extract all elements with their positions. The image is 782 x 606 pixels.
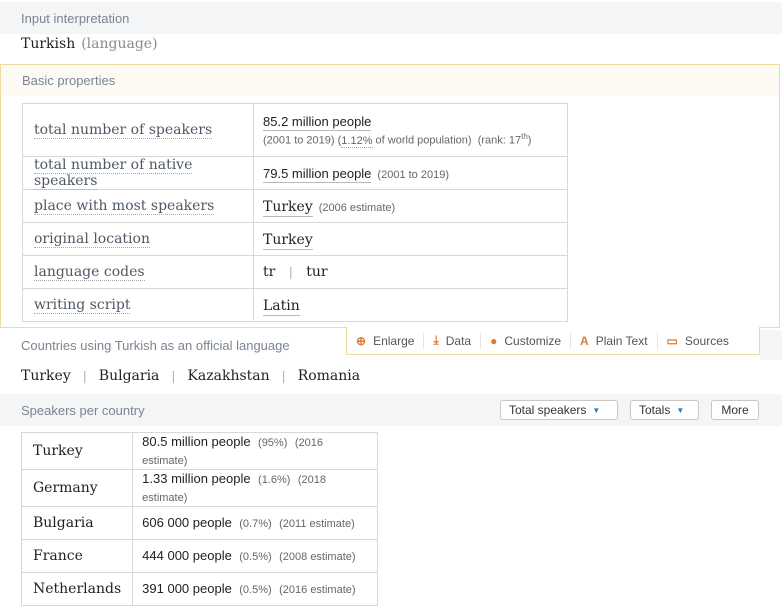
property-key[interactable]: language codes bbox=[22, 255, 254, 289]
speaker-count: 444 000 people (0.5%) (2008 estimate) bbox=[132, 539, 378, 573]
property-key[interactable]: place with most speakers bbox=[22, 189, 254, 223]
list-item[interactable]: Turkey bbox=[21, 368, 71, 384]
list-item[interactable]: Romania bbox=[298, 368, 360, 384]
country-name[interactable]: France bbox=[20, 539, 134, 573]
speaker-count: 80.5 million people (95%) (2016 estimate… bbox=[132, 432, 378, 470]
list-item[interactable]: Kazakhstan bbox=[187, 368, 269, 384]
data-button[interactable]: ⤓ Data bbox=[424, 332, 482, 349]
table-row: language codes tr | tur bbox=[22, 255, 568, 289]
pod-title: Input interpretation bbox=[21, 10, 130, 26]
table-row: total number of speakers 85.2 million pe… bbox=[22, 103, 568, 157]
pod-toolbar: ⊕ Enlarge ⤓ Data ● Customize A Plain Tex… bbox=[346, 327, 760, 355]
table-row: place with most speakers Turkey (2006 est… bbox=[22, 189, 568, 223]
book-icon: ▭ bbox=[666, 333, 678, 348]
country-name[interactable]: Germany bbox=[20, 469, 134, 507]
list-item[interactable]: Bulgaria bbox=[99, 368, 160, 384]
world-population-pct[interactable]: 1.12% bbox=[341, 134, 373, 148]
chevron-down-icon: ▼ bbox=[676, 405, 685, 415]
country-name[interactable]: Turkey bbox=[20, 432, 134, 470]
table-row: Netherlands 391 000 people (0.5%) (2016 … bbox=[20, 572, 378, 606]
country-name[interactable]: Bulgaria bbox=[20, 506, 134, 540]
table-row: Turkey 80.5 million people (95%) (2016 e… bbox=[20, 432, 378, 470]
table-row: total number of native speakers 79.5 mil… bbox=[22, 156, 568, 190]
metric-dropdown[interactable]: Total speakers ▼ bbox=[500, 400, 618, 420]
country-name[interactable]: Netherlands bbox=[20, 572, 134, 606]
totals-dropdown[interactable]: Totals ▼ bbox=[630, 400, 699, 420]
customize-button[interactable]: ● Customize bbox=[481, 332, 572, 349]
property-key[interactable]: original location bbox=[22, 222, 254, 256]
official-countries-header: Countries using Turkish as an official l… bbox=[0, 330, 346, 360]
property-key[interactable]: writing script bbox=[22, 288, 254, 322]
property-key[interactable]: total number of native speakers bbox=[22, 156, 254, 190]
pod-title: Basic properties bbox=[22, 73, 116, 88]
enlarge-icon: ⊕ bbox=[356, 333, 367, 348]
plain-text-button[interactable]: A Plain Text bbox=[571, 332, 658, 349]
header-fill bbox=[760, 330, 782, 360]
pod-title: Speakers per country bbox=[21, 402, 145, 418]
speakers-value[interactable]: 85.2 million people bbox=[263, 113, 372, 132]
plain-text-icon: A bbox=[580, 333, 589, 348]
property-value: Latin bbox=[253, 288, 568, 322]
input-interpretation-value: Turkish (language) bbox=[21, 36, 158, 52]
pod-title: Countries using Turkish as an official l… bbox=[21, 337, 290, 353]
property-value: 79.5 million people (2001 to 2019) bbox=[253, 156, 568, 190]
basic-properties-table: total number of speakers 85.2 million pe… bbox=[22, 103, 568, 322]
basic-properties-pod: Basic properties total number of speaker… bbox=[0, 64, 780, 328]
property-value: Turkey bbox=[253, 222, 568, 256]
sources-button[interactable]: ▭ Sources bbox=[658, 333, 738, 349]
speakers-per-country-table: Turkey 80.5 million people (95%) (2016 e… bbox=[20, 432, 378, 606]
input-qualifier: (language) bbox=[81, 36, 158, 52]
more-button[interactable]: More bbox=[711, 400, 759, 420]
property-value: 85.2 million people (2001 to 2019) (1.12… bbox=[253, 103, 568, 157]
basic-properties-header: Basic properties bbox=[1, 65, 779, 96]
property-key[interactable]: total number of speakers bbox=[22, 103, 254, 157]
property-value: Turkey (2006 estimate) bbox=[253, 189, 568, 223]
enlarge-button[interactable]: ⊕ Enlarge bbox=[347, 332, 425, 349]
chevron-down-icon: ▼ bbox=[592, 405, 601, 415]
download-icon: ⤓ bbox=[433, 333, 439, 347]
table-row: original location Turkey bbox=[22, 222, 568, 256]
speaker-count: 391 000 people (0.5%) (2016 estimate) bbox=[132, 572, 378, 606]
table-row: writing script Latin bbox=[22, 288, 568, 322]
table-row: Bulgaria 606 000 people (0.7%) (2011 est… bbox=[20, 506, 378, 540]
speaker-count: 606 000 people (0.7%) (2011 estimate) bbox=[132, 506, 378, 540]
official-countries-list: Turkey | Bulgaria | Kazakhstan | Romania bbox=[21, 368, 361, 384]
speaker-count: 1.33 million people (1.6%) (2018 estimat… bbox=[132, 469, 378, 507]
table-row: France 444 000 people (0.5%) (2008 estim… bbox=[20, 539, 378, 573]
palette-icon: ● bbox=[490, 333, 498, 348]
property-value: tr | tur bbox=[253, 255, 568, 289]
input-term: Turkish bbox=[21, 36, 76, 52]
input-interpretation-header: Input interpretation bbox=[0, 2, 782, 34]
table-row: Germany 1.33 million people (1.6%) (2018… bbox=[20, 469, 378, 507]
